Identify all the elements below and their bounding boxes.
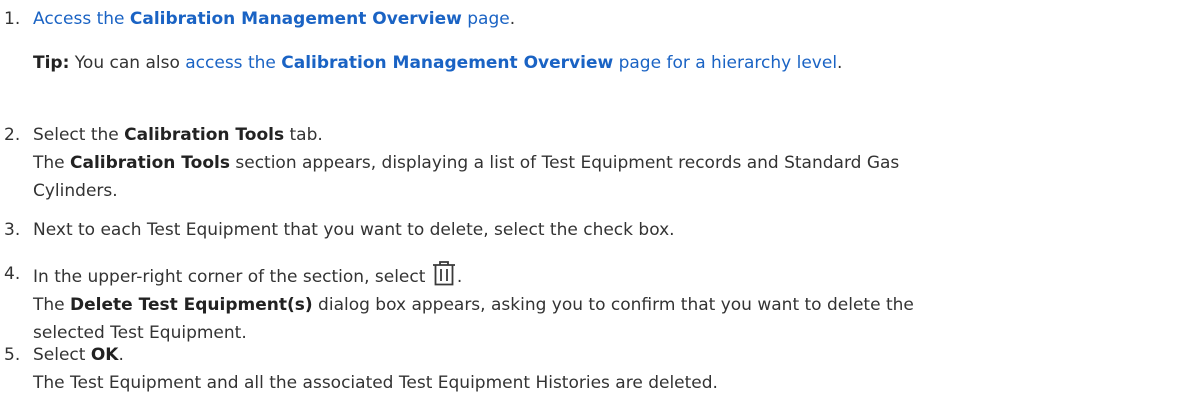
- tip-label: Tip:: [33, 53, 70, 73]
- step-instruction: Select the Calibration Tools tab.: [33, 125, 323, 145]
- tip-note: Tip: You can also access the Calibration…: [33, 53, 843, 73]
- delete-dialog-ref: Delete Test Equipment(s): [70, 295, 313, 315]
- step-3: 3. Next to each Test Equipment that you …: [0, 216, 675, 244]
- step-number: 3.: [4, 220, 21, 240]
- step-result: The Test Equipment and all the associate…: [33, 373, 718, 393]
- step-4: 4. In the upper-right corner of the sect…: [0, 260, 914, 347]
- step-result: The Delete Test Equipment(s) dialog box …: [33, 295, 914, 315]
- access-overview-hierarchy-link[interactable]: access the Calibration Management Overvi…: [185, 53, 837, 73]
- step-number: 1.: [4, 9, 21, 29]
- step-number: 4.: [4, 264, 21, 284]
- step-number: 2.: [4, 125, 21, 145]
- step-number: 5.: [4, 345, 21, 365]
- step-result-cont: Cylinders.: [33, 181, 118, 201]
- step-result: The Calibration Tools section appears, d…: [33, 153, 900, 173]
- calibration-tools-tab-ref: Calibration Tools: [124, 125, 285, 145]
- step-1: 1. Access the Calibration Management Ove…: [0, 5, 842, 77]
- step-instruction: Next to each Test Equipment that you wan…: [33, 220, 675, 240]
- trash-icon: [432, 261, 455, 286]
- step-instruction: In the upper-right corner of the section…: [33, 260, 914, 291]
- step-instruction: Select OK.: [33, 345, 124, 365]
- access-overview-link[interactable]: Access the Calibration Management Overvi…: [33, 9, 510, 29]
- ok-button-ref: OK: [90, 345, 119, 365]
- step-5: 5. Select OK. The Test Equipment and all…: [0, 341, 718, 397]
- step-2: 2. Select the Calibration Tools tab. The…: [0, 121, 899, 205]
- step-instruction: Access the Calibration Management Overvi…: [33, 9, 516, 29]
